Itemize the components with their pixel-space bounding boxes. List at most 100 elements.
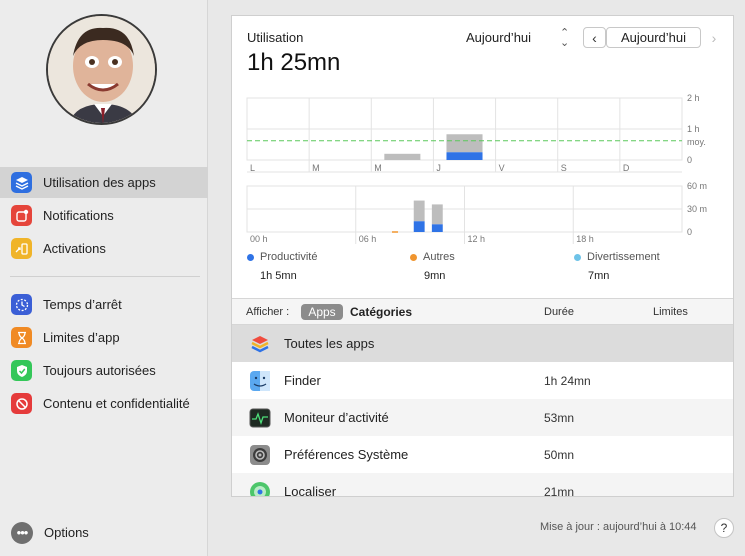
sidebar-item-label: Contenu et confidentialité xyxy=(43,396,190,411)
x-tick-label: J xyxy=(436,163,441,173)
table-row[interactable]: Finder 1h 24mn xyxy=(232,362,733,399)
legend-dot xyxy=(247,253,254,261)
column-duration[interactable]: Durée xyxy=(544,306,574,318)
legend-value-productivity: 1h 5mn xyxy=(260,270,297,282)
y-tick-label: 0 xyxy=(687,227,692,237)
column-limits[interactable]: Limites xyxy=(653,306,688,318)
hourly-usage-chart: 00 h 06 h 12 h 18 h 60 m 30 m 0 xyxy=(246,182,707,244)
sidebar-item-always-allowed[interactable]: Toujours autorisées xyxy=(0,355,208,386)
x-tick-label: D xyxy=(623,163,630,173)
legend-value-entertainment: 7mn xyxy=(588,270,610,282)
bar-productivity xyxy=(413,221,425,232)
all-apps-icon xyxy=(249,333,271,355)
weekly-usage-chart: L M M J V S Dmoy. 2 h 1 h 0 xyxy=(246,93,706,173)
sidebar-item-label: Activations xyxy=(43,241,106,256)
today-button[interactable]: Aujourd’hui xyxy=(606,27,701,48)
segment-categories[interactable]: Catégories xyxy=(350,305,412,319)
bar-other xyxy=(446,134,483,153)
legend-productivity: Productivité xyxy=(247,251,317,263)
app-duration: 50mn xyxy=(544,448,575,462)
chevron-updown-icon[interactable]: ⌃ ⌄ xyxy=(560,28,569,49)
downtime-icon xyxy=(11,294,32,315)
sidebar-item-pickups[interactable]: Activations xyxy=(0,233,208,264)
activity-monitor-icon xyxy=(249,407,271,429)
app-name: Toutes les apps xyxy=(284,336,375,351)
finder-icon xyxy=(249,370,271,392)
options-label: Options xyxy=(44,525,89,540)
x-tick-label: 00 h xyxy=(250,234,268,244)
next-day-button[interactable]: › xyxy=(704,27,724,48)
bar-productivity xyxy=(431,224,443,232)
usage-panel: Utilisation 1h 25mn Aujourd’hui ⌃ ⌄ ‹ Auj… xyxy=(231,15,734,497)
sidebar-divider xyxy=(10,276,200,277)
sidebar-item-label: Temps d’arrêt xyxy=(43,297,122,312)
app-name: Localiser xyxy=(284,484,337,497)
legend-dot xyxy=(410,253,417,261)
app-duration: 53mn xyxy=(544,411,575,425)
restricted-icon xyxy=(11,393,32,414)
legend-other: Autres xyxy=(410,251,455,263)
legend-value-other: 9mn xyxy=(424,270,446,282)
x-tick-label: M xyxy=(312,163,320,173)
last-update-text: Mise à jour : aujourd’hui à 10:44 xyxy=(540,521,697,533)
period-select[interactable]: Aujourd’hui xyxy=(466,30,531,45)
bar-other xyxy=(384,153,421,160)
sidebar-item-app-usage[interactable]: Utilisation des apps xyxy=(0,167,208,198)
app-name: Moniteur d’activité xyxy=(284,410,389,425)
x-tick-label: S xyxy=(561,163,567,173)
sidebar-item-label: Toujours autorisées xyxy=(43,363,156,378)
layers-icon xyxy=(11,172,32,193)
x-tick-label: M xyxy=(374,163,382,173)
table-header: Afficher : Apps Catégories Durée Limites xyxy=(232,298,733,325)
y-tick-label: 2 h xyxy=(687,93,700,103)
table-row[interactable]: Localiser 21mn xyxy=(232,473,733,497)
usage-label: Utilisation xyxy=(247,30,304,45)
usage-total: 1h 25mn xyxy=(247,49,341,76)
sidebar-item-app-limits[interactable]: Limites d’app xyxy=(0,322,208,353)
bar-other xyxy=(413,200,425,222)
legend-label: Autres xyxy=(423,251,455,263)
x-tick-label: 06 h xyxy=(359,234,377,244)
options-button[interactable]: ••• Options xyxy=(0,517,208,548)
x-tick-label: 12 h xyxy=(468,234,486,244)
app-duration: 21mn xyxy=(544,485,575,497)
y-tick-label: 1 h xyxy=(687,124,700,134)
pickup-icon xyxy=(11,238,32,259)
hourglass-icon xyxy=(11,327,32,348)
app-name: Finder xyxy=(284,373,321,388)
y-tick-label: 60 m xyxy=(687,182,707,191)
x-tick-label: L xyxy=(250,163,255,173)
ellipsis-icon: ••• xyxy=(11,521,33,544)
app-duration: 1h 24mn xyxy=(544,374,591,388)
x-tick-label: V xyxy=(499,163,505,173)
help-button[interactable]: ? xyxy=(714,518,734,538)
find-my-icon xyxy=(249,481,271,496)
app-name: Préférences Système xyxy=(284,447,409,462)
notification-icon xyxy=(11,205,32,226)
table-row[interactable]: Préférences Système 50mn xyxy=(232,436,733,473)
show-label: Afficher : xyxy=(246,306,290,318)
sidebar-item-content-privacy[interactable]: Contenu et confidentialité xyxy=(0,388,208,419)
legend-entertainment: Divertissement xyxy=(574,251,660,263)
bar-other xyxy=(431,204,443,225)
legend-dot xyxy=(574,253,581,261)
checkmark-icon xyxy=(11,360,32,381)
segment-apps[interactable]: Apps xyxy=(301,304,343,320)
legend-label: Productivité xyxy=(260,251,318,263)
previous-day-button[interactable]: ‹ xyxy=(583,27,606,48)
bar-productivity xyxy=(446,152,483,160)
system-preferences-icon xyxy=(249,444,271,466)
sidebar-item-label: Utilisation des apps xyxy=(43,175,156,190)
sidebar-item-downtime[interactable]: Temps d’arrêt xyxy=(0,289,208,320)
sidebar: Utilisation des apps Notifications Activ… xyxy=(0,0,208,556)
chevron-left-icon: ‹ xyxy=(592,29,597,46)
legend-label: Divertissement xyxy=(587,251,660,263)
y-tick-label: 0 xyxy=(687,155,692,165)
question-icon: ? xyxy=(720,521,728,535)
sidebar-item-notifications[interactable]: Notifications xyxy=(0,200,208,231)
chevron-right-icon: › xyxy=(711,29,717,46)
sidebar-item-label: Notifications xyxy=(43,208,114,223)
table-row[interactable]: Moniteur d’activité 53mn xyxy=(232,399,733,436)
avatar[interactable] xyxy=(46,14,157,125)
table-row[interactable]: Toutes les apps xyxy=(232,325,733,362)
